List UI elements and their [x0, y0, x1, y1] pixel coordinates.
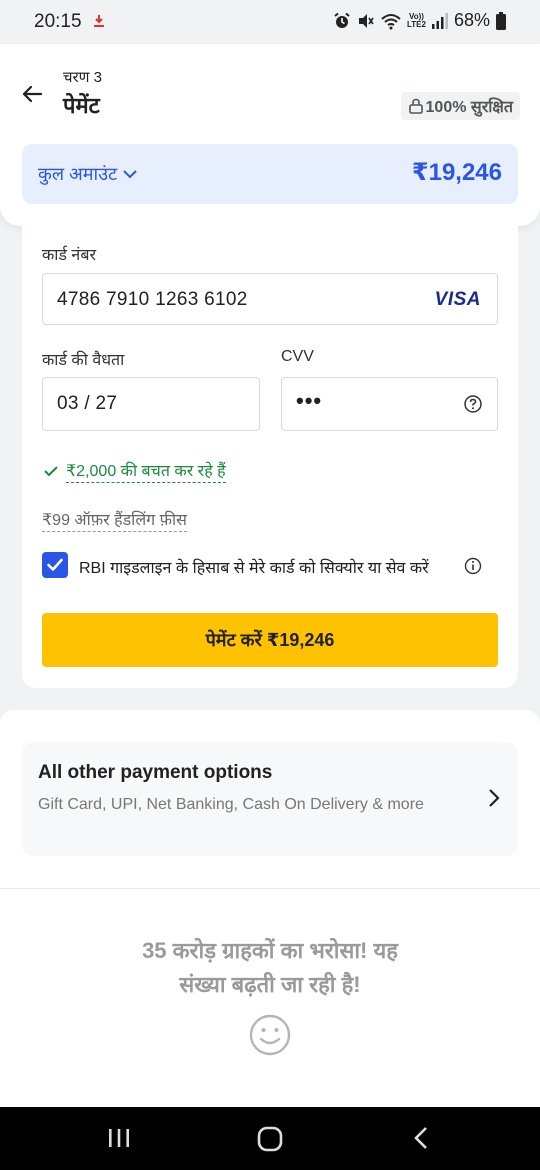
lock-icon	[408, 98, 423, 114]
trust-line-2: संख्या बढ़ती जा रही है!	[179, 972, 361, 997]
total-amount-label: कुल अमाउंट	[38, 164, 118, 184]
total-amount-toggle[interactable]: कुल अमाउंट	[38, 162, 137, 186]
expiry-label: कार्ड की वैधता	[42, 352, 125, 369]
signal-icon	[431, 12, 448, 29]
save-card-consent-text: RBI गाइडलाइन के हिसाब से मेरे कार्ड को स…	[79, 560, 429, 577]
savings-text[interactable]: ₹2,000 की बचत कर रहे हैं	[66, 459, 226, 483]
mute-icon	[359, 13, 374, 28]
check-icon	[44, 466, 58, 477]
status-bar: 20:15 Vo)) LTE2 68%	[0, 0, 540, 44]
app-notification-icon	[94, 15, 104, 27]
save-card-checkbox[interactable]	[42, 552, 68, 578]
pay-button[interactable]: पेमेंट करें ₹19,246	[42, 613, 498, 667]
visa-icon: VISA	[434, 289, 481, 310]
back-nav-icon[interactable]	[410, 1125, 434, 1151]
info-icon[interactable]	[464, 557, 482, 575]
volte-bottom-text: LTE2	[407, 19, 426, 29]
total-amount-bar[interactable]: कुल अमाउंट ₹19,246	[22, 144, 518, 204]
secure-badge: 100% सुरक्षित	[400, 92, 520, 120]
card-number-label: कार्ड नंबर	[42, 247, 96, 264]
recent-apps-icon[interactable]	[106, 1125, 132, 1151]
cvv-value: •••	[296, 388, 323, 413]
trust-line-1: 35 करोड़ ग्राहकों का भरोसा! यह	[142, 938, 398, 963]
volte-indicator: Vo)) LTE2	[407, 12, 426, 29]
other-payment-section: All other payment options Gift Card, UPI…	[0, 710, 540, 888]
help-icon[interactable]	[463, 394, 483, 414]
battery-percent: 68%	[453, 10, 490, 30]
smiley-icon	[249, 1014, 291, 1056]
status-icons: Vo)) LTE2 68%	[333, 10, 506, 31]
card-payment-form: कार्ड नंबर 4786 7910 1263 6102 VISA कार्…	[22, 226, 518, 688]
other-payment-subtitle: Gift Card, UPI, Net Banking, Cash On Del…	[38, 796, 424, 813]
header-card: चरण 3 पेमेंट 100% सुरक्षित कुल अमाउंट ₹1…	[0, 44, 540, 226]
page-title: पेमेंट	[63, 93, 100, 118]
expiry-value: 03 / 27	[57, 393, 118, 414]
alarm-icon	[334, 12, 350, 28]
checkbox-icon	[47, 558, 63, 571]
chevron-down-icon	[123, 170, 137, 179]
trust-section: 35 करोड़ ग्राहकों का भरोसा! यह संख्या बढ…	[0, 888, 540, 1107]
status-time: 20:15	[34, 11, 82, 32]
other-payment-title: All other payment options	[38, 762, 273, 783]
chevron-right-icon	[489, 789, 500, 807]
battery-icon	[496, 11, 506, 30]
wifi-icon	[381, 13, 401, 29]
offer-handling-fee-text[interactable]: ₹99 ऑफ़र हैंडलिंग फ़ीस	[42, 508, 187, 532]
savings-row: ₹2,000 की बचत कर रहे हैं	[44, 459, 226, 483]
back-arrow-icon	[22, 85, 43, 103]
home-icon[interactable]	[256, 1125, 284, 1153]
trust-message: 35 करोड़ ग्राहकों का भरोसा! यह संख्या बढ…	[0, 934, 540, 1002]
card-number-field[interactable]: 4786 7910 1263 6102 VISA	[42, 273, 498, 325]
card-number-value: 4786 7910 1263 6102	[57, 289, 248, 310]
other-payment-options-card[interactable]: All other payment options Gift Card, UPI…	[22, 742, 518, 856]
secure-badge-text: 100% सुरक्षित	[425, 99, 513, 116]
system-nav-bar	[0, 1107, 540, 1170]
back-button[interactable]	[16, 78, 48, 110]
cvv-label: CVV	[281, 348, 314, 365]
cvv-field[interactable]: •••	[281, 377, 498, 431]
total-amount-value: ₹19,246	[411, 159, 502, 186]
step-label: चरण 3	[63, 69, 103, 86]
expiry-field[interactable]: 03 / 27	[42, 377, 260, 431]
